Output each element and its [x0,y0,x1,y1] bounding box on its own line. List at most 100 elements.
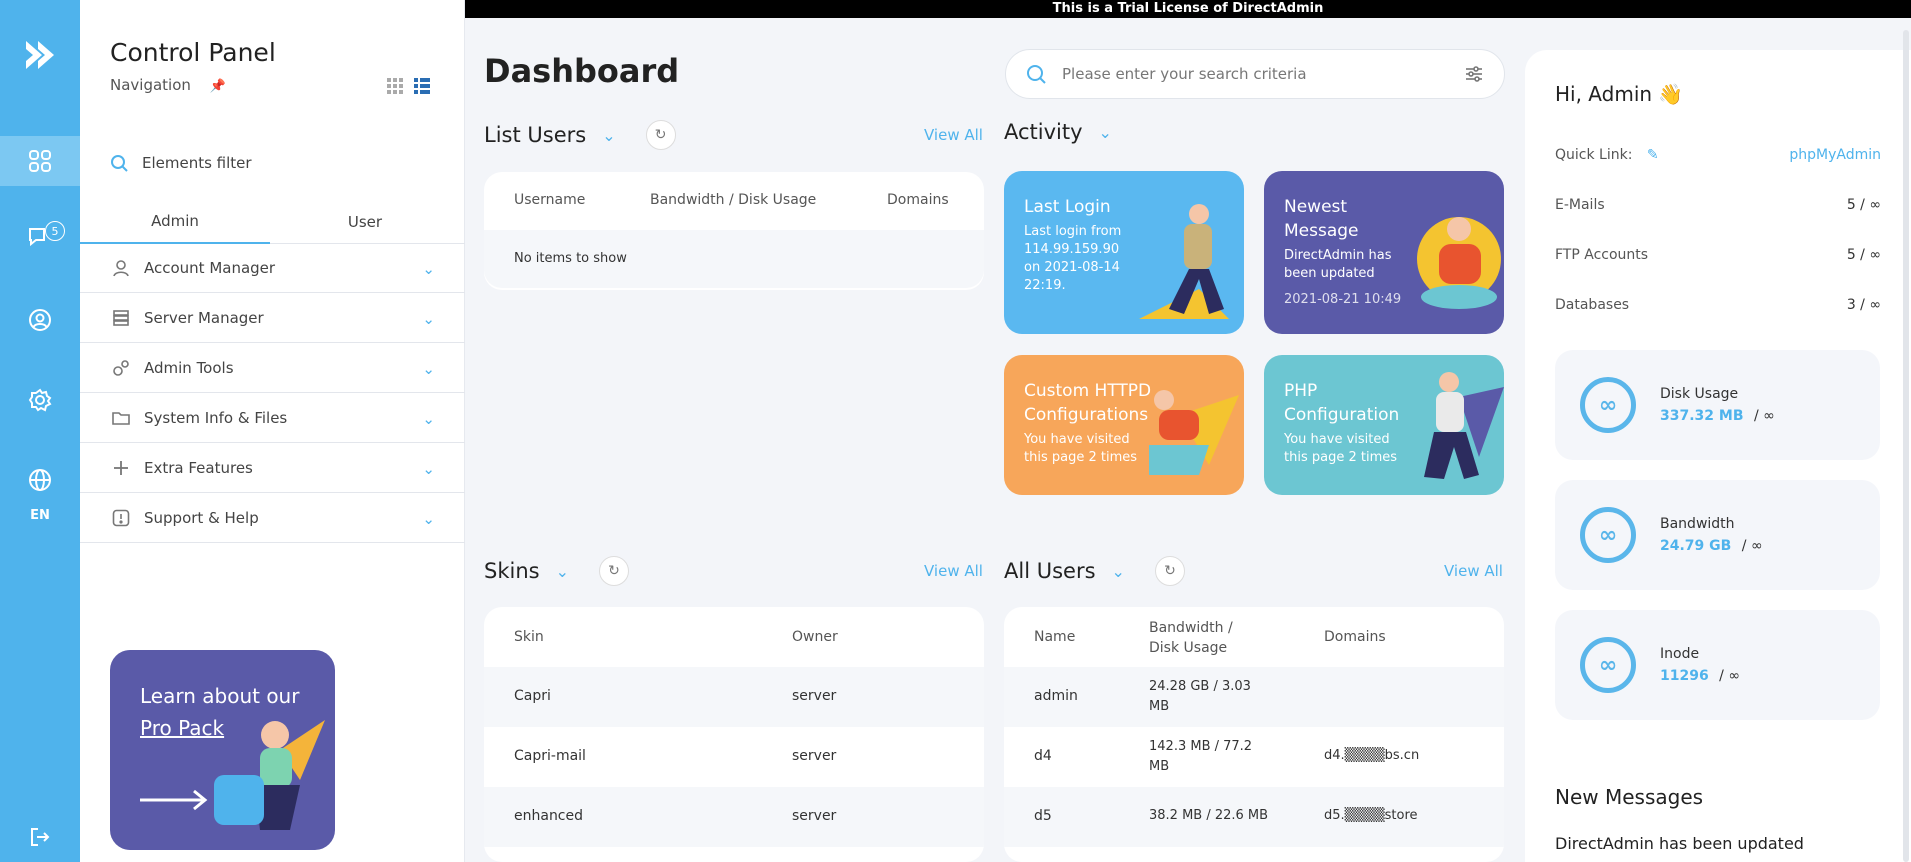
all-users-view-all[interactable]: View All [1444,562,1503,580]
settings-icon[interactable] [0,375,80,425]
login-illustration [1139,204,1229,319]
directadmin-logo[interactable] [0,20,80,90]
list-view-icon[interactable] [414,78,430,98]
disk-usage-card[interactable]: ∞ Disk Usage 337.32 MB / ∞ [1555,350,1880,460]
server-icon [110,309,132,327]
chevron-down-icon[interactable]: ⌄ [556,562,569,581]
elements-filter[interactable]: Elements filter [110,154,252,172]
search-icon [111,155,128,172]
usage-value-row: 24.79 GB / ∞ [1660,538,1763,554]
list-users-table: Username Bandwidth / Disk Usage Domains … [484,172,984,290]
list-users-header: List Users ⌄ ↻ [484,120,676,150]
chevron-down-icon[interactable]: ⌄ [1099,123,1112,142]
skins-title: Skins [484,559,540,583]
table-row[interactable]: d5 38.2 MB / 22.6 MB d5.▒▒▒▒store [1004,787,1504,847]
column-header[interactable]: Bandwidth / Disk Usage [650,192,816,208]
user-profile-icon[interactable] [0,295,80,345]
tab-admin[interactable]: Admin [80,200,270,244]
column-header[interactable]: Name [1034,629,1075,645]
table-row[interactable]: Capri-mail server [484,727,984,787]
scrollbar[interactable] [1903,30,1909,862]
usage-value: 24.79 GB [1660,538,1732,554]
chevron-down-icon: ⌄ [422,510,435,528]
table-row[interactable]: Capri server [484,667,984,727]
menu-label: System Info & Files [144,408,288,427]
refresh-icon[interactable]: ↻ [645,120,676,150]
menu-label: Account Manager [144,258,276,277]
table-row[interactable]: d4 142.3 MB / 77.2 MB d4.▒▒▒▒bs.cn [1004,727,1504,787]
skins-view-all[interactable]: View All [924,562,983,580]
dashboard-icon[interactable] [0,136,80,186]
menu-support-help[interactable]: Support & Help ⌄ [80,493,465,543]
message-illustration [1417,217,1501,309]
grid-view-icon[interactable] [387,78,403,98]
menu-extra-features[interactable]: Extra Features ⌄ [80,443,465,493]
user-usage: 24.28 GB / 3.03 MB [1149,679,1251,714]
promo-arrow-button[interactable] [214,775,264,825]
skin-owner: server [792,808,837,824]
menu-account-manager[interactable]: Account Manager ⌄ [80,243,465,293]
column-header[interactable]: Owner [792,629,838,645]
messages-icon[interactable]: 5 [0,211,80,261]
column-header[interactable]: Bandwidth / Disk Usage [1149,618,1259,658]
card-desc: Last login from 114.99.159.90 on 2021-08… [1024,224,1122,293]
refresh-icon[interactable]: ↻ [1154,556,1185,586]
navigation-label: Navigation [110,76,191,94]
language-label[interactable]: EN [0,508,80,523]
activity-card-newest-message[interactable]: Newest Message DirectAdmin has been upda… [1264,171,1504,334]
user-domain: d5.▒▒▒▒store [1324,808,1418,823]
right-panel: Hi, Admin 👋 Quick Link: ✎ phpMyAdmin E-M… [1525,50,1911,862]
user-name: d5 [1034,808,1052,824]
edit-icon[interactable]: ✎ [1647,147,1659,163]
skin-name: Capri-mail [514,748,586,764]
table-row[interactable]: admin 24.28 GB / 3.03 MB [1004,667,1504,727]
skin-owner: server [792,748,837,764]
navigation-sidebar: Control Panel Navigation 📌 Elements filt… [80,0,465,862]
column-header[interactable]: Domains [1324,629,1386,645]
quick-link-text: Quick Link: [1555,147,1633,163]
message-item[interactable]: DirectAdmin has been updated [1555,834,1804,853]
refresh-icon[interactable]: ↻ [598,556,629,586]
chevron-down-icon[interactable]: ⌄ [602,126,615,145]
column-header[interactable]: Domains [887,192,949,208]
skins-header: Skins ⌄ ↻ [484,556,629,586]
menu-server-manager[interactable]: Server Manager ⌄ [80,293,465,343]
user-name: d4 [1034,748,1052,764]
column-header[interactable]: Skin [514,629,544,645]
user-usage: 142.3 MB / 77.2 MB [1149,739,1253,774]
logout-icon[interactable] [0,812,80,862]
all-users-header: All Users ⌄ ↻ [1004,556,1185,586]
card-title: Last Login [1024,197,1111,217]
menu-admin-tools[interactable]: Admin Tools ⌄ [80,343,465,393]
list-users-view-all[interactable]: View All [924,126,983,144]
activity-card-last-login[interactable]: Last Login Last login from 114.99.159.90… [1004,171,1244,334]
usage-label: Bandwidth [1660,516,1735,532]
stat-label: FTP Accounts [1555,247,1649,263]
message-count-badge: 5 [45,221,65,241]
filter-settings-icon[interactable] [1464,64,1484,84]
bandwidth-card[interactable]: ∞ Bandwidth 24.79 GB / ∞ [1555,480,1880,590]
column-header[interactable]: Username [514,192,585,208]
globe-icon[interactable] [0,455,80,505]
chevron-down-icon: ⌄ [422,410,435,428]
activity-header: Activity ⌄ [1004,120,1112,144]
alert-icon [110,509,132,527]
inode-card[interactable]: ∞ Inode 11296 / ∞ [1555,610,1880,720]
search-input[interactable]: Please enter your search criteria [1062,65,1448,83]
menu-label: Extra Features [144,458,253,477]
activity-card-php-configuration[interactable]: PHP Configuration You have visited this … [1264,355,1504,495]
menu-system-info-files[interactable]: System Info & Files ⌄ [80,393,465,443]
stat-value: 3 / ∞ [1846,297,1881,313]
menu-label: Support & Help [144,508,259,527]
chevron-down-icon[interactable]: ⌄ [1112,562,1125,581]
pro-pack-promo[interactable]: Learn about our Pro Pack [110,650,335,850]
phpmyadmin-link[interactable]: phpMyAdmin [1789,147,1881,163]
stat-value: 5 / ∞ [1846,197,1881,213]
tab-user[interactable]: User [270,200,460,244]
table-row[interactable]: enhanced server [484,787,984,847]
search-bar[interactable]: Please enter your search criteria [1005,49,1505,99]
sidebar-title: Control Panel [110,38,276,67]
activity-card-custom-httpd[interactable]: Custom HTTPD Configurations You have vis… [1004,355,1244,495]
card-desc: DirectAdmin has been updated [1284,248,1392,281]
pin-icon[interactable]: 📌 [210,79,226,94]
